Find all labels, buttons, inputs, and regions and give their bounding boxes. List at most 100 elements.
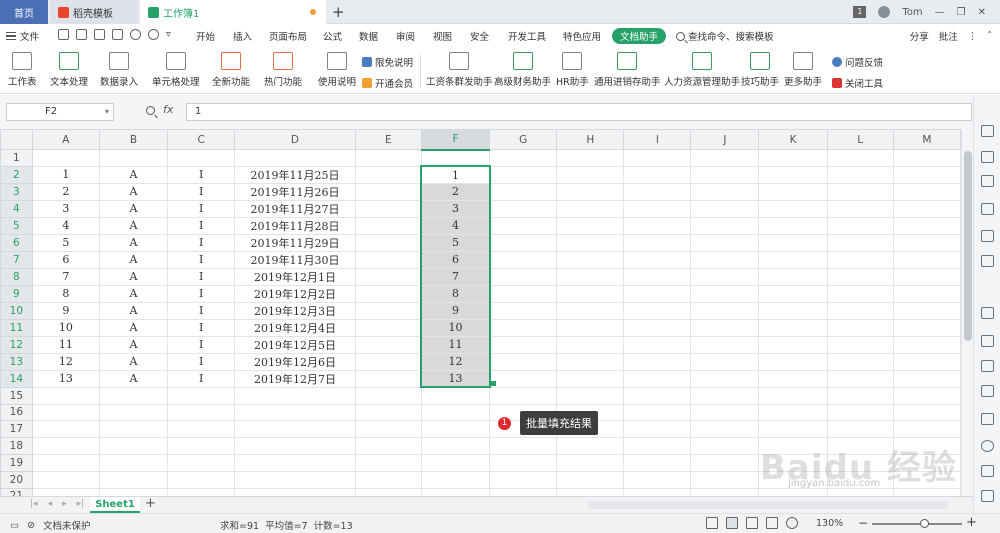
cell[interactable] — [556, 301, 625, 320]
cell[interactable] — [489, 301, 558, 320]
cell[interactable]: 2019年12月6日 — [234, 352, 356, 371]
cell[interactable] — [690, 199, 760, 218]
cell[interactable] — [623, 403, 692, 422]
cell[interactable] — [556, 335, 625, 354]
cell[interactable] — [826, 437, 894, 455]
cell[interactable] — [354, 149, 422, 167]
menu-data[interactable]: 数据 — [359, 29, 378, 43]
cell[interactable] — [623, 420, 692, 439]
cell[interactable]: A — [98, 284, 169, 303]
cell[interactable] — [98, 470, 169, 489]
cell[interactable] — [826, 233, 894, 252]
edit-icon[interactable] — [981, 307, 994, 319]
row-header[interactable]: 17 — [0, 420, 33, 439]
cell[interactable] — [892, 318, 961, 337]
column-header[interactable]: H — [556, 129, 625, 150]
cell[interactable] — [167, 149, 236, 167]
cell[interactable] — [234, 149, 356, 167]
cell[interactable] — [623, 470, 692, 489]
more-icon[interactable]: ⋮ — [968, 31, 978, 42]
cell[interactable] — [420, 470, 491, 489]
cell[interactable] — [167, 453, 236, 472]
column-header[interactable]: G — [489, 129, 558, 150]
file-menu-button[interactable]: 文件 — [6, 29, 39, 43]
menu-start[interactable]: 开始 — [196, 29, 215, 43]
horizontal-scrollbar[interactable] — [588, 501, 948, 509]
column-header[interactable]: E — [354, 129, 422, 150]
cell[interactable] — [234, 453, 356, 472]
zoom-cell-icon[interactable] — [146, 106, 155, 115]
selected-cell[interactable]: 11 — [420, 335, 491, 354]
cell[interactable] — [354, 165, 422, 184]
cell[interactable] — [892, 216, 961, 235]
cell[interactable]: 4 — [31, 216, 100, 235]
cell[interactable] — [623, 386, 692, 405]
cell[interactable] — [690, 487, 760, 496]
cell[interactable] — [354, 199, 422, 218]
cell[interactable] — [623, 199, 692, 218]
cell[interactable] — [690, 165, 760, 184]
zoom-in-icon[interactable]: + — [966, 515, 977, 530]
cell[interactable] — [826, 216, 894, 235]
cell[interactable] — [31, 470, 100, 489]
cell[interactable] — [98, 420, 169, 439]
last-sheet-icon[interactable]: ▸| — [77, 499, 85, 509]
cell[interactable] — [892, 403, 961, 422]
limited-free-button[interactable]: 限免说明 — [362, 55, 413, 69]
vertical-scrollbar[interactable] — [961, 129, 973, 496]
row-header[interactable]: 16 — [0, 403, 33, 422]
layout-icon[interactable]: ▭ — [10, 520, 19, 531]
cell[interactable]: A — [98, 182, 169, 201]
cell[interactable] — [758, 250, 828, 269]
cell[interactable] — [758, 437, 828, 455]
copy-icon[interactable] — [981, 335, 994, 347]
cell[interactable] — [623, 250, 692, 269]
archive-icon[interactable] — [981, 385, 994, 397]
cell[interactable] — [354, 386, 422, 405]
more-helpers-button[interactable]: 更多助手 — [784, 52, 822, 88]
selected-cell[interactable]: 6 — [420, 250, 491, 269]
cell[interactable] — [826, 250, 894, 269]
cell[interactable] — [758, 284, 828, 303]
cell[interactable]: A — [98, 250, 169, 269]
eye-protection-icon[interactable] — [786, 517, 798, 529]
cell[interactable] — [31, 386, 100, 405]
cell[interactable]: I — [167, 369, 236, 388]
cell[interactable] — [690, 420, 760, 439]
row-header[interactable]: 20 — [0, 470, 33, 489]
restore-icon[interactable]: ❐ — [957, 7, 966, 18]
cell[interactable]: I — [167, 233, 236, 252]
row-header[interactable]: 7 — [0, 250, 33, 269]
cell[interactable] — [758, 301, 828, 320]
cell[interactable] — [234, 420, 356, 439]
cell[interactable] — [690, 284, 760, 303]
cell[interactable] — [234, 403, 356, 422]
cell[interactable] — [758, 149, 828, 167]
cell[interactable] — [556, 165, 625, 184]
cell[interactable] — [690, 369, 760, 388]
cell[interactable] — [758, 165, 828, 184]
cell[interactable] — [556, 318, 625, 337]
column-header[interactable]: K — [758, 129, 828, 150]
cell[interactable] — [354, 352, 422, 371]
print-preview-icon[interactable] — [112, 29, 123, 40]
usage-guide-button[interactable]: 使用说明 — [318, 52, 356, 88]
cell[interactable] — [556, 470, 625, 489]
cell[interactable] — [556, 437, 625, 455]
cell[interactable]: A — [98, 267, 169, 286]
row-header[interactable]: 12 — [0, 335, 33, 354]
cell[interactable] — [420, 149, 491, 167]
cell[interactable] — [690, 149, 760, 167]
cell[interactable] — [690, 301, 760, 320]
cell[interactable] — [758, 352, 828, 371]
cell[interactable] — [354, 403, 422, 422]
sheet-tab-sheet1[interactable]: Sheet1 — [90, 497, 140, 513]
cell[interactable] — [758, 233, 828, 252]
cell[interactable] — [623, 284, 692, 303]
cell[interactable] — [826, 453, 894, 472]
text-process-button[interactable]: 文本处理 — [50, 52, 88, 88]
cell[interactable] — [31, 403, 100, 422]
fx-icon[interactable]: fx — [163, 103, 173, 116]
select-all-corner[interactable] — [0, 129, 33, 150]
row-header[interactable]: 13 — [0, 352, 33, 371]
